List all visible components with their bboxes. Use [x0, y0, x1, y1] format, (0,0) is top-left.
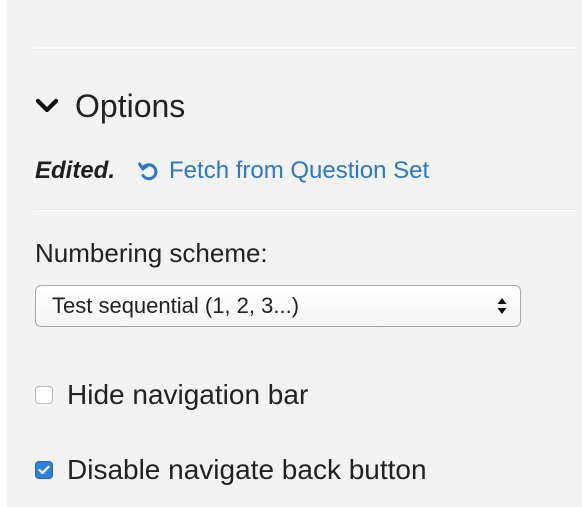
hide-navigation-bar-checkbox[interactable]	[35, 386, 53, 404]
edited-status-row: Edited. Fetch from Question Set	[35, 154, 429, 188]
select-arrows-icon	[496, 295, 508, 317]
options-title: Options	[75, 88, 186, 124]
disable-navigate-back-checkbox[interactable]	[35, 461, 53, 479]
fetch-from-question-set-link[interactable]: Fetch from Question Set	[137, 154, 429, 188]
options-toggle[interactable]: Options	[35, 86, 185, 126]
checkmark-icon	[38, 465, 50, 475]
hide-navigation-bar-label: Hide navigation bar	[67, 379, 309, 410]
numbering-scheme-value: Test sequential (1, 2, 3...)	[52, 293, 300, 318]
top-divider	[35, 47, 575, 50]
numbering-scheme-select[interactable]: Test sequential (1, 2, 3...)	[35, 285, 521, 327]
disable-navigate-back-option[interactable]: Disable navigate back button	[35, 452, 427, 488]
chevron-down-icon	[35, 93, 65, 119]
edited-label: Edited.	[35, 157, 116, 184]
numbering-scheme-label: Numbering scheme:	[35, 238, 268, 268]
options-panel: Options Edited. Fetch from Question Set …	[7, 0, 582, 507]
undo-arrow-icon	[137, 160, 159, 182]
hide-navigation-bar-option[interactable]: Hide navigation bar	[35, 377, 308, 413]
disable-navigate-back-label: Disable navigate back button	[67, 454, 427, 485]
fetch-link-label: Fetch from Question Set	[169, 157, 430, 184]
section-divider	[35, 209, 575, 211]
